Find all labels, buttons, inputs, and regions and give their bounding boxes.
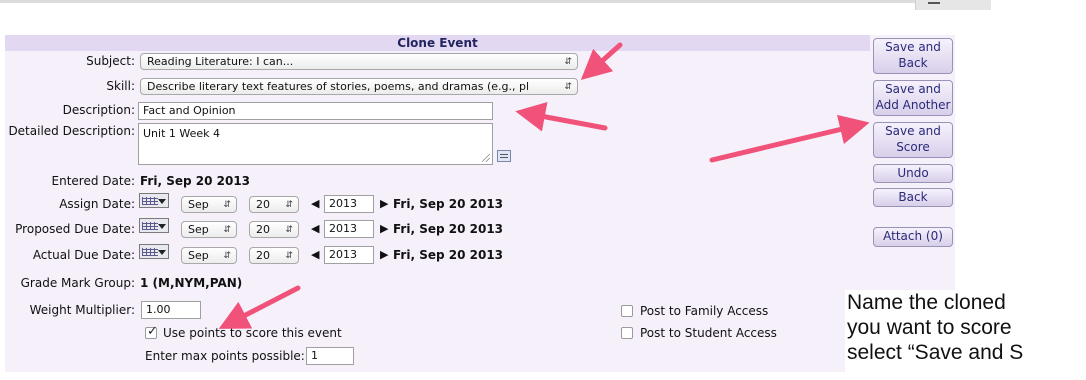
arrow-to-description [515, 102, 608, 132]
annotation-line3: select “Save and S [847, 341, 1024, 364]
arrow-to-use-points [218, 285, 301, 329]
annotation-line1: Name the cloned [847, 291, 1006, 314]
arrow-to-skill [580, 42, 623, 80]
annotation-textbox: Name the cloned you want to score select… [845, 290, 1086, 380]
annotation-line2: you want to score [847, 316, 1012, 339]
arrow-to-save-score [709, 114, 870, 163]
